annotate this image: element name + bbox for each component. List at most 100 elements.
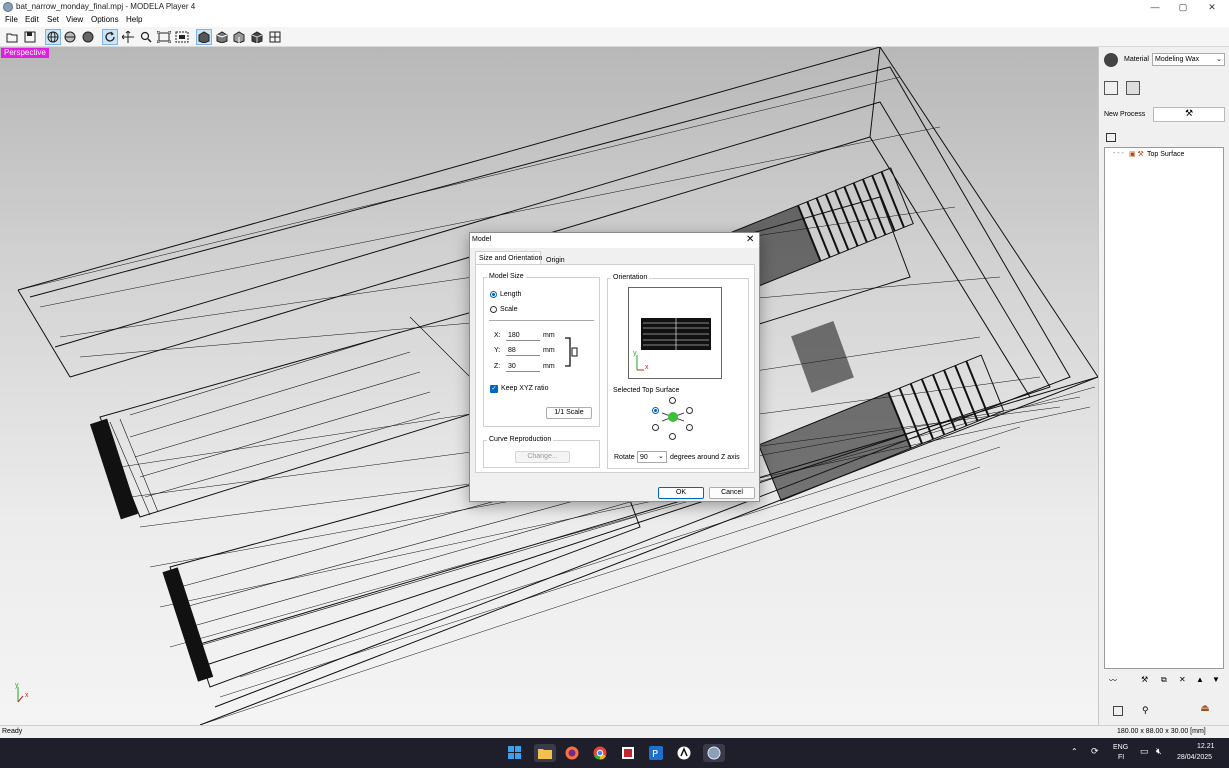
file-explorer-icon[interactable] <box>534 744 556 762</box>
surface-radio-bottom[interactable] <box>669 433 676 440</box>
ratio-link-icon <box>565 337 579 369</box>
zoom-icon[interactable] <box>138 29 154 45</box>
app-icon-dark[interactable] <box>675 744 693 762</box>
orientation-title: Orientation <box>611 274 650 281</box>
menu-set[interactable]: Set <box>47 15 59 24</box>
material-label: Material <box>1124 56 1149 63</box>
menu-help[interactable]: Help <box>126 15 142 24</box>
top-surface-selector <box>650 397 700 443</box>
y-label: Y: <box>494 347 501 354</box>
rotate-suffix: degrees around Z axis <box>670 454 740 461</box>
rotate-value: 90 <box>640 454 648 461</box>
x-size-input[interactable]: 180 <box>506 330 540 341</box>
rotate-select[interactable]: 90 ⌄ <box>637 451 667 463</box>
view-side-icon[interactable] <box>231 29 247 45</box>
svg-text:P: P <box>652 749 658 760</box>
view-iso-icon[interactable] <box>249 29 265 45</box>
pan-icon[interactable] <box>120 29 136 45</box>
language-sub: FI <box>1118 754 1125 761</box>
clock-time[interactable]: 12.21 <box>1197 743 1215 750</box>
rendered-view-icon[interactable] <box>62 29 78 45</box>
rotate-icon[interactable] <box>102 29 118 45</box>
tab-origin[interactable]: Origin <box>546 257 565 264</box>
cancel-button[interactable]: Cancel <box>709 487 755 499</box>
scale-1-1-button[interactable]: 1/1 Scale <box>546 407 592 419</box>
keep-ratio-label: Keep XYZ ratio <box>501 385 549 392</box>
copy-icon[interactable]: ⧉ <box>1161 675 1167 685</box>
simulate-icon[interactable]: ⚲ <box>1142 705 1149 716</box>
speaker-muted-icon[interactable]: 🔇︎ <box>1156 746 1162 757</box>
firefox-icon[interactable] <box>563 744 581 762</box>
taskbar: P ⌃ ⟳ ENG FI ▭ 🔇︎ 12.21 28/04/2025 <box>0 738 1229 768</box>
surface-radio-top[interactable] <box>669 397 676 404</box>
ok-button[interactable]: OK <box>658 487 704 499</box>
model-size-title: Model Size <box>487 273 526 280</box>
save-icon[interactable] <box>22 29 38 45</box>
view-front-icon[interactable] <box>214 29 230 45</box>
new-process-button[interactable]: ⚒ <box>1153 107 1225 122</box>
maximize-button[interactable]: ▢ <box>1168 0 1198 14</box>
clock-date[interactable]: 28/04/2025 <box>1177 754 1212 761</box>
move-down-icon[interactable]: ▼ <box>1212 675 1220 684</box>
scale-radio[interactable] <box>490 306 497 313</box>
close-button[interactable]: ✕ <box>1197 0 1227 14</box>
collapse-icon[interactable] <box>1106 133 1116 142</box>
tree-item-top-surface[interactable]: Top Surface <box>1147 151 1184 158</box>
model-icon[interactable] <box>1104 81 1118 95</box>
material-select[interactable]: Modeling Wax ⌄ <box>1152 53 1225 66</box>
grid-view-icon[interactable] <box>267 29 283 45</box>
menu-view[interactable]: View <box>66 15 83 24</box>
x-unit: mm <box>543 332 555 339</box>
tab-size-and-orientation[interactable]: Size and Orientation <box>475 251 542 265</box>
cut-icon[interactable]: ⏏ <box>1185 703 1225 719</box>
language-indicator[interactable]: ENG <box>1113 744 1128 751</box>
surface-radio-lower-left[interactable] <box>652 424 659 431</box>
open-file-icon[interactable] <box>4 29 20 45</box>
chrome-icon[interactable] <box>591 744 609 762</box>
sphere-view-icon[interactable] <box>80 29 96 45</box>
app-icon-blue[interactable]: P <box>647 744 665 762</box>
surface-radio-upper-right[interactable] <box>686 407 693 414</box>
axis-indicator: y x <box>14 682 36 708</box>
status-bar: Ready 180.00 x 88.00 x 30.00 [mm] <box>0 725 1229 738</box>
surface-radio-upper-left[interactable] <box>652 407 659 414</box>
preview-axis-x: x <box>645 364 649 371</box>
delete-icon[interactable]: ✕ <box>1179 675 1186 684</box>
preview-icon[interactable] <box>1113 706 1123 716</box>
new-icon[interactable]: ⚒ <box>1141 675 1148 684</box>
path-icon[interactable]: 〰 <box>1109 675 1117 686</box>
z-size-input[interactable]: 30 <box>506 361 540 372</box>
chevron-up-icon[interactable]: ⌃ <box>1071 747 1078 756</box>
sync-icon[interactable]: ⟳ <box>1091 746 1099 757</box>
z-unit: mm <box>543 363 555 370</box>
length-radio[interactable] <box>490 291 497 298</box>
move-up-icon[interactable]: ▲ <box>1196 675 1204 684</box>
app-icon-red[interactable] <box>619 744 637 762</box>
zoom-area-icon[interactable] <box>174 29 190 45</box>
keep-ratio-checkbox[interactable]: ✓ <box>490 385 498 393</box>
wireframe-view-icon[interactable] <box>45 29 61 45</box>
window-title: bat_narrow_monday_final.mpj - MODELA Pla… <box>16 2 196 11</box>
view-top-icon[interactable] <box>196 29 212 45</box>
menu-options[interactable]: Options <box>91 15 119 24</box>
fit-icon[interactable] <box>156 29 172 45</box>
menu-bar: File Edit Set View Options Help <box>0 14 1229 27</box>
dialog-close-icon[interactable]: ✕ <box>746 234 754 245</box>
machine-icon[interactable] <box>1126 81 1140 95</box>
menu-file[interactable]: File <box>5 15 18 24</box>
network-icon[interactable]: ▭ <box>1140 746 1149 757</box>
y-size-input[interactable]: 88 <box>506 345 540 356</box>
change-button[interactable]: Change... <box>515 451 570 463</box>
modela-player-icon[interactable] <box>703 744 725 762</box>
length-label: Length <box>500 291 522 298</box>
title-bar: bat_narrow_monday_final.mpj - MODELA Pla… <box>0 0 1229 14</box>
status-text: Ready <box>2 728 23 735</box>
process-panel: Material Modeling Wax ⌄ New Process ⚒ - … <box>1098 47 1229 725</box>
curve-title: Curve Reproduction <box>487 436 554 443</box>
windows-start-icon[interactable] <box>506 744 524 762</box>
surface-radio-lower-right[interactable] <box>686 424 693 431</box>
minimize-button[interactable]: — <box>1140 0 1170 14</box>
menu-edit[interactable]: Edit <box>25 15 39 24</box>
selected-top-surface-label: Selected Top Surface <box>613 387 680 394</box>
rotate-label: Rotate <box>614 454 635 461</box>
